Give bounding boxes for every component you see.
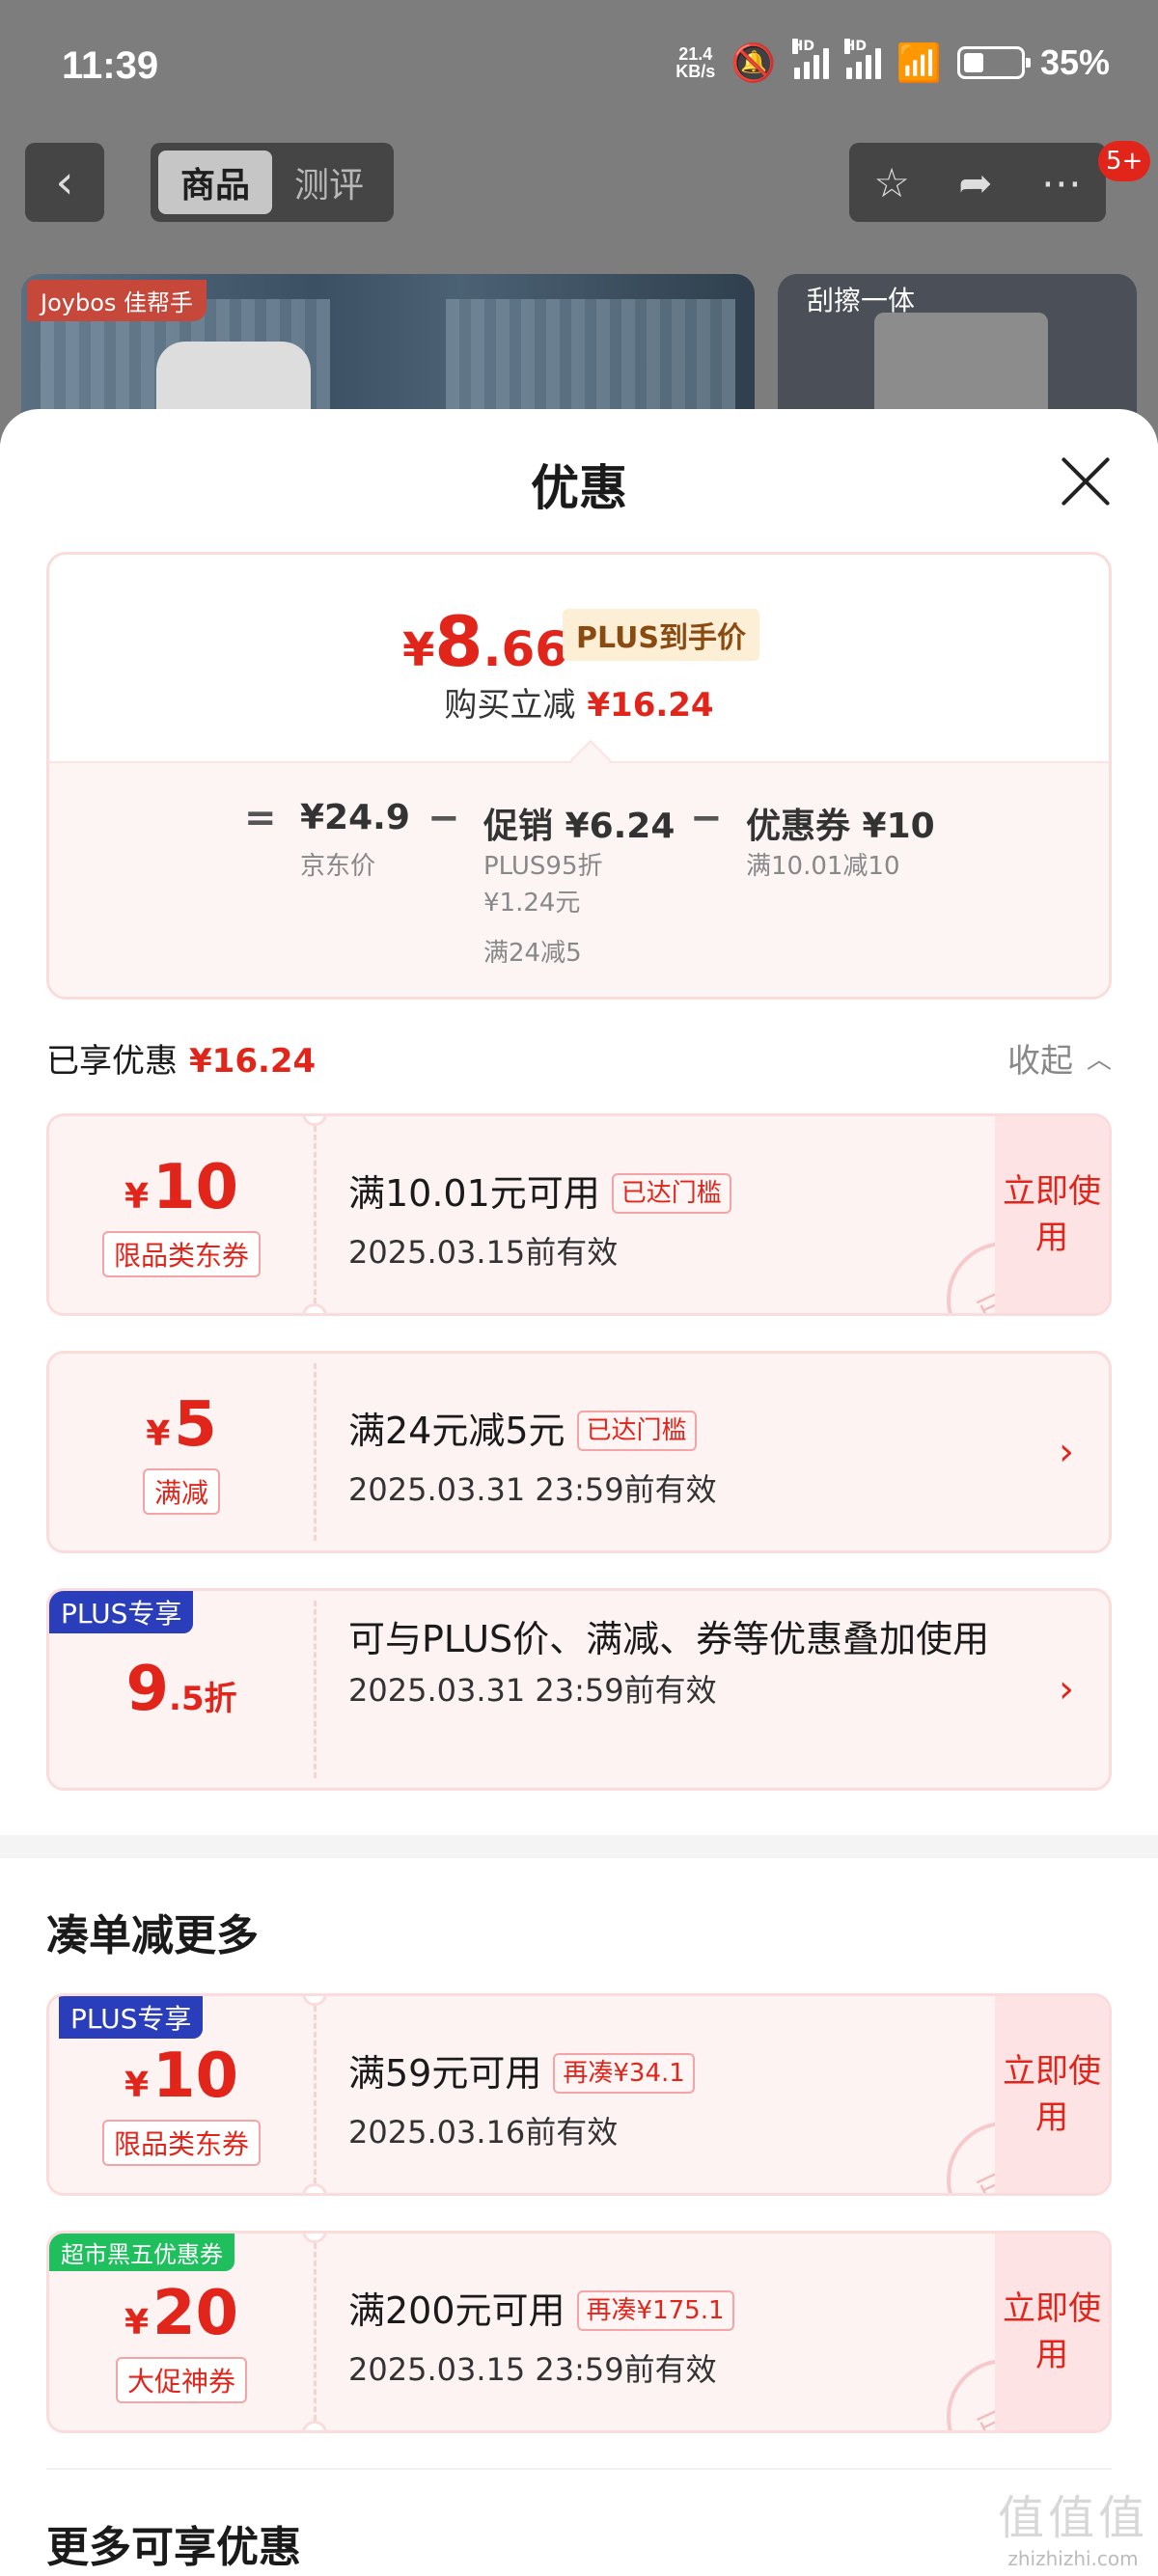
promo-detail: PLUS95折 (483, 852, 603, 881)
more-icon[interactable]: ⋯ (1041, 159, 1082, 206)
battery-icon (956, 46, 1031, 79)
chevron-right-icon[interactable]: › (1059, 1430, 1074, 1474)
coupon-card[interactable]: ¥10 限品类东券 满10.01元可用已达门槛 2025.03.15前有效 已领… (46, 1113, 1112, 1316)
coupon-value: 9 (125, 1654, 169, 1725)
star-icon[interactable]: ☆ (873, 159, 910, 206)
chevron-left-icon: ‹ (55, 155, 74, 209)
mute-icon: 🔕 (731, 41, 777, 84)
coupon-validity: 2025.03.15 23:59前有效 (348, 2351, 717, 2388)
coupon-type-tag: 满减 (142, 1468, 220, 1515)
coupon-value: 5 (174, 1389, 217, 1461)
coupon-card[interactable]: 超市黑五优惠券 ¥20 大促神券 满200元可用 再凑¥175.1 2025.03… (46, 2231, 1112, 2433)
tab-review[interactable]: 测评 (272, 151, 386, 214)
coupon-type-tag: 限品类东券 (101, 2120, 261, 2166)
use-now-button[interactable]: 立即使用 (995, 1116, 1109, 1313)
message-badge: 5+ (1098, 141, 1151, 181)
product-page-backdrop: 11:39 21.4 KB/s 🔕 HD HD 📶 35% ‹ 商品 测评 ☆ … (0, 0, 1158, 444)
sheet-title: 优惠 (531, 460, 627, 516)
coupon-condition: 满59元可用 (348, 2052, 542, 2095)
chevron-up-icon: ︿ (1086, 1046, 1112, 1075)
jd-price-label: 京东价 (300, 852, 376, 881)
chevron-right-icon[interactable]: › (1059, 1667, 1074, 1712)
coupon-validity: 2025.03.15前有效 (348, 1234, 619, 1271)
status-bar: 11:39 21.4 KB/s 🔕 HD HD 📶 35% (0, 0, 1158, 135)
price-breakdown-card: ¥ 8 .66 PLUS到手价 购买立减 ¥16.24 = ¥24.9 京东价 −… (46, 552, 1112, 1000)
status-time: 11:39 (62, 44, 159, 87)
discount-sheet: 优惠 ¥ 8 .66 PLUS到手价 购买立减 ¥16.24 = ¥24.9 京东… (0, 409, 1158, 2576)
threshold-badge: 已达门槛 (611, 1173, 731, 1214)
instant-reduce: 购买立减 ¥16.24 (444, 686, 714, 725)
minus-sign: − (427, 796, 460, 840)
coupon-value: 10 (152, 2041, 239, 2112)
coupon-validity: 2025.03.16前有效 (348, 2114, 619, 2151)
enjoyed-discount: 已享优惠 ¥16.24 (46, 1042, 317, 1081)
minus-sign: − (690, 796, 723, 840)
back-button[interactable]: ‹ (25, 143, 104, 222)
net-speed: 21.4 KB/s (676, 44, 716, 81)
site-watermark: 值值值 zhizhizhi.com (997, 2491, 1148, 2570)
coupon-card[interactable]: ¥5 满减 满24元减5元 已达门槛 2025.03.31 23:59前有效 › (46, 1351, 1112, 1553)
share-icon[interactable]: ➦ (958, 159, 992, 206)
signal-icon: HD (791, 39, 829, 79)
coupon-detail: 满10.01减10 (746, 852, 900, 881)
coupon-type-tag: 大促神券 (115, 2357, 247, 2403)
plus-price-tag: PLUS到手价 (563, 609, 760, 661)
wifi-icon: 📶 (896, 41, 942, 84)
coupon-condition: 满24元减5元 (348, 1410, 565, 1452)
tab-product[interactable]: 商品 (158, 151, 272, 214)
coupon-amount: 优惠券 ¥10 (746, 807, 935, 846)
brand-logo: Joybos 佳帮手 (27, 280, 207, 321)
battery-percent: 35% (1039, 42, 1110, 82)
coupon-validity: 2025.03.31 23:59前有效 (348, 1672, 717, 1709)
close-icon[interactable] (1060, 455, 1112, 507)
promo-detail: 满24减5 (483, 939, 582, 968)
coupon-condition: 满10.01元可用 (348, 1172, 600, 1215)
add-more-badge: 再凑¥34.1 (553, 2053, 695, 2094)
section-title-extra: 更多可享优惠 (46, 2523, 301, 2572)
use-now-button[interactable]: 立即使用 (995, 1996, 1109, 2193)
coupon-condition: 满200元可用 (348, 2289, 565, 2332)
promo-amount: 促销 ¥6.24 (483, 807, 676, 846)
coupon-condition: 可与PLUS价、满减、券等优惠叠加使用 (348, 1618, 990, 1660)
collapse-button[interactable]: 收起 ︿ (1007, 1034, 1112, 1082)
promo-detail: ¥1.24元 (483, 889, 581, 918)
product-caption: 刮擦一体 (807, 285, 916, 316)
add-more-badge: 再凑¥175.1 (576, 2290, 734, 2331)
section-title-more: 凑单减更多 (46, 1911, 259, 1960)
signal-icon: HD (843, 39, 881, 79)
coupon-type-tag: 限品类东券 (101, 1231, 261, 1277)
top-actions: ☆ ➦ ⋯ (849, 143, 1106, 222)
status-icons: 21.4 KB/s 🔕 HD HD 📶 35% (676, 39, 1110, 84)
coupon-card[interactable]: PLUS专享 9.5折 可与PLUS价、满减、券等优惠叠加使用 2025.03.… (46, 1588, 1112, 1791)
equals-sign: = (244, 796, 277, 840)
threshold-badge: 已达门槛 (576, 1411, 697, 1451)
coupon-value: 10 (152, 1152, 239, 1223)
price-calc: = ¥24.9 京东价 − 促销 ¥6.24 PLUS95折 ¥1.24元 满2… (49, 761, 1109, 997)
jd-price: ¥24.9 (300, 798, 410, 837)
coupon-validity: 2025.03.31 23:59前有效 (348, 1471, 717, 1508)
final-price: ¥ 8 .66 (402, 601, 569, 682)
use-now-button[interactable]: 立即使用 (995, 2233, 1109, 2430)
coupon-card[interactable]: PLUS专享 ¥10 限品类东券 满59元可用 再凑¥34.1 2025.03.1… (46, 1993, 1112, 2196)
product-tabs: 商品 测评 (151, 143, 394, 222)
coupon-value: 20 (152, 2278, 239, 2349)
